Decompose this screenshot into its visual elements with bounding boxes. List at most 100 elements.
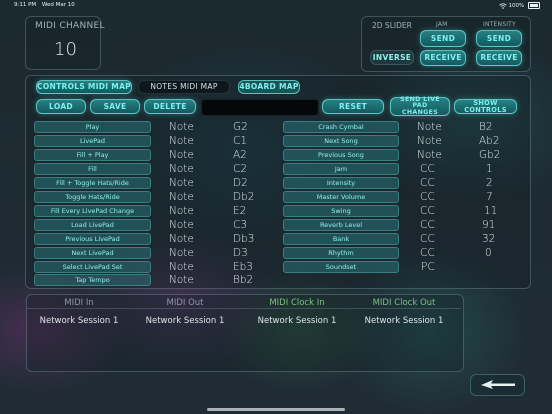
left-map-type[interactable]: Note xyxy=(169,233,194,245)
left-map-value[interactable]: C3 xyxy=(233,219,247,231)
right-map-value[interactable]: 7 xyxy=(486,191,493,203)
right-map-value[interactable]: 91 xyxy=(482,219,495,231)
left-map-type[interactable]: Note xyxy=(169,274,194,286)
right-map-type[interactable]: CC xyxy=(420,247,435,259)
home-indicator[interactable] xyxy=(207,408,345,411)
left-map-value[interactable]: C1 xyxy=(233,135,247,147)
right-map-label[interactable]: Previous Song xyxy=(283,149,399,161)
midi-channel-value[interactable]: 10 xyxy=(54,39,77,60)
left-map-value[interactable]: Eb3 xyxy=(233,261,253,273)
right-map-type[interactable]: PC xyxy=(421,261,435,273)
left-map-type[interactable]: Note xyxy=(169,163,194,175)
right-map-type[interactable]: CC xyxy=(420,233,435,245)
left-map-type[interactable]: Note xyxy=(169,177,194,189)
left-map-type[interactable]: Note xyxy=(169,121,194,133)
left-map-label[interactable]: Fill + Play xyxy=(34,149,151,161)
intensity-label: INTENSITY xyxy=(483,21,516,28)
left-map-value[interactable]: D2 xyxy=(233,177,248,189)
sessions-divider xyxy=(27,308,461,309)
right-map-value[interactable]: 2 xyxy=(486,177,493,189)
right-map-type[interactable]: CC xyxy=(420,163,435,175)
left-map-label[interactable]: Toggle Hats/Ride xyxy=(34,191,151,203)
left-map-value[interactable]: A2 xyxy=(233,149,247,161)
right-map-value[interactable]: Ab2 xyxy=(479,135,500,147)
left-map-value[interactable]: Db3 xyxy=(233,233,254,245)
left-map-type[interactable]: Note xyxy=(169,261,194,273)
right-map-label[interactable]: Soundset xyxy=(283,261,399,273)
left-map-label[interactable]: LivePad xyxy=(34,135,151,147)
right-map-type[interactable]: CC xyxy=(420,219,435,231)
slider-2d-label: 2D SLIDER xyxy=(372,21,412,30)
right-map-type[interactable]: CC xyxy=(420,177,435,189)
jam-label: JAM xyxy=(436,21,448,28)
right-map-label[interactable]: Jam xyxy=(283,163,399,175)
left-map-value[interactable]: Db2 xyxy=(233,191,254,203)
left-map-label[interactable]: Tap Tempo xyxy=(34,274,151,286)
right-map-type[interactable]: Note xyxy=(417,149,442,161)
left-map-value[interactable]: E2 xyxy=(233,205,246,217)
map-name-input[interactable] xyxy=(201,99,319,116)
left-map-type[interactable]: Note xyxy=(169,149,194,161)
intensity-send-button[interactable]: SEND xyxy=(476,30,522,47)
right-map-value[interactable]: Gb2 xyxy=(479,149,500,161)
right-map-type[interactable]: CC xyxy=(420,205,435,217)
right-map-label[interactable]: Master Volume xyxy=(283,191,399,203)
right-map-value[interactable]: B2 xyxy=(479,121,493,133)
midi-in-session[interactable]: Network Session 1 xyxy=(29,316,129,326)
left-map-label[interactable]: Fill Every LivePad Change xyxy=(34,205,151,217)
midi-clock-out-session[interactable]: Network Session 1 xyxy=(354,316,454,326)
left-map-type[interactable]: Note xyxy=(169,219,194,231)
reset-button[interactable]: RESET xyxy=(322,99,384,114)
tab-4board-map[interactable]: 4BOARD MAP xyxy=(238,80,300,94)
left-map-type[interactable]: Note xyxy=(169,135,194,147)
left-map-type[interactable]: Note xyxy=(169,191,194,203)
left-map-value[interactable]: G2 xyxy=(233,121,248,133)
left-map-type[interactable]: Note xyxy=(169,247,194,259)
right-map-label[interactable]: Intensity xyxy=(283,177,399,189)
right-map-label[interactable]: Next Song xyxy=(283,135,399,147)
status-bar: 9:11 PM Wed Mar 10 100% xyxy=(0,0,552,10)
right-map-type[interactable]: Note xyxy=(417,121,442,133)
left-map-label[interactable]: Select LivePad Set xyxy=(34,261,151,273)
right-map-label[interactable]: Rhythm xyxy=(283,247,399,259)
right-map-type[interactable]: Note xyxy=(417,135,442,147)
right-map-label[interactable]: Reverb Level xyxy=(283,219,399,231)
left-map-label[interactable]: Load LivePad xyxy=(34,219,151,231)
midi-in-label: MIDI In xyxy=(64,298,94,308)
jam-receive-button[interactable]: RECEIVE xyxy=(420,50,466,66)
right-map-label[interactable]: Bank xyxy=(283,233,399,245)
right-map-value[interactable]: 1 xyxy=(486,163,493,175)
send-live-pad-changes-button[interactable]: SEND LIVE PAD CHANGES xyxy=(390,96,450,116)
left-map-value[interactable]: D3 xyxy=(233,247,248,259)
right-map-value[interactable]: 11 xyxy=(484,205,497,217)
inverse-button[interactable]: INVERSE xyxy=(370,50,414,65)
intensity-receive-button[interactable]: RECEIVE xyxy=(476,50,522,66)
back-button[interactable] xyxy=(470,374,525,396)
left-map-label[interactable]: Play xyxy=(34,121,151,133)
left-map-value[interactable]: C2 xyxy=(233,163,247,175)
status-time: 9:11 PM Wed Mar 10 xyxy=(14,2,75,8)
tab-controls-midi-map[interactable]: CONTROLS MIDI MAP xyxy=(36,80,132,94)
left-map-label[interactable]: Fill xyxy=(34,163,151,175)
midi-out-session[interactable]: Network Session 1 xyxy=(135,316,235,326)
left-map-type[interactable]: Note xyxy=(169,205,194,217)
right-map-label[interactable]: Crash Cymbal xyxy=(283,121,399,133)
midi-clock-in-session[interactable]: Network Session 1 xyxy=(247,316,347,326)
show-controls-button[interactable]: SHOW CONTROLS xyxy=(454,99,517,114)
save-button[interactable]: SAVE xyxy=(90,99,140,114)
back-arrow-icon xyxy=(479,378,517,392)
right-map-value[interactable]: 32 xyxy=(482,233,495,245)
midi-out-label: MIDI Out xyxy=(166,298,204,308)
right-map-value[interactable]: 0 xyxy=(485,247,492,259)
left-map-value[interactable]: Bb2 xyxy=(233,274,253,286)
battery-icon xyxy=(528,2,540,9)
delete-button[interactable]: DELETE xyxy=(144,99,196,114)
jam-send-button[interactable]: SEND xyxy=(420,30,466,47)
left-map-label[interactable]: Previous LivePad xyxy=(34,233,151,245)
tab-notes-midi-map[interactable]: NOTES MIDI MAP xyxy=(138,80,230,94)
left-map-label[interactable]: Fill + Toggle Hats/Ride xyxy=(34,177,151,189)
right-map-type[interactable]: CC xyxy=(420,191,435,203)
load-button[interactable]: LOAD xyxy=(36,99,86,114)
left-map-label[interactable]: Next LivePad xyxy=(34,247,151,259)
right-map-label[interactable]: Swing xyxy=(283,205,399,217)
